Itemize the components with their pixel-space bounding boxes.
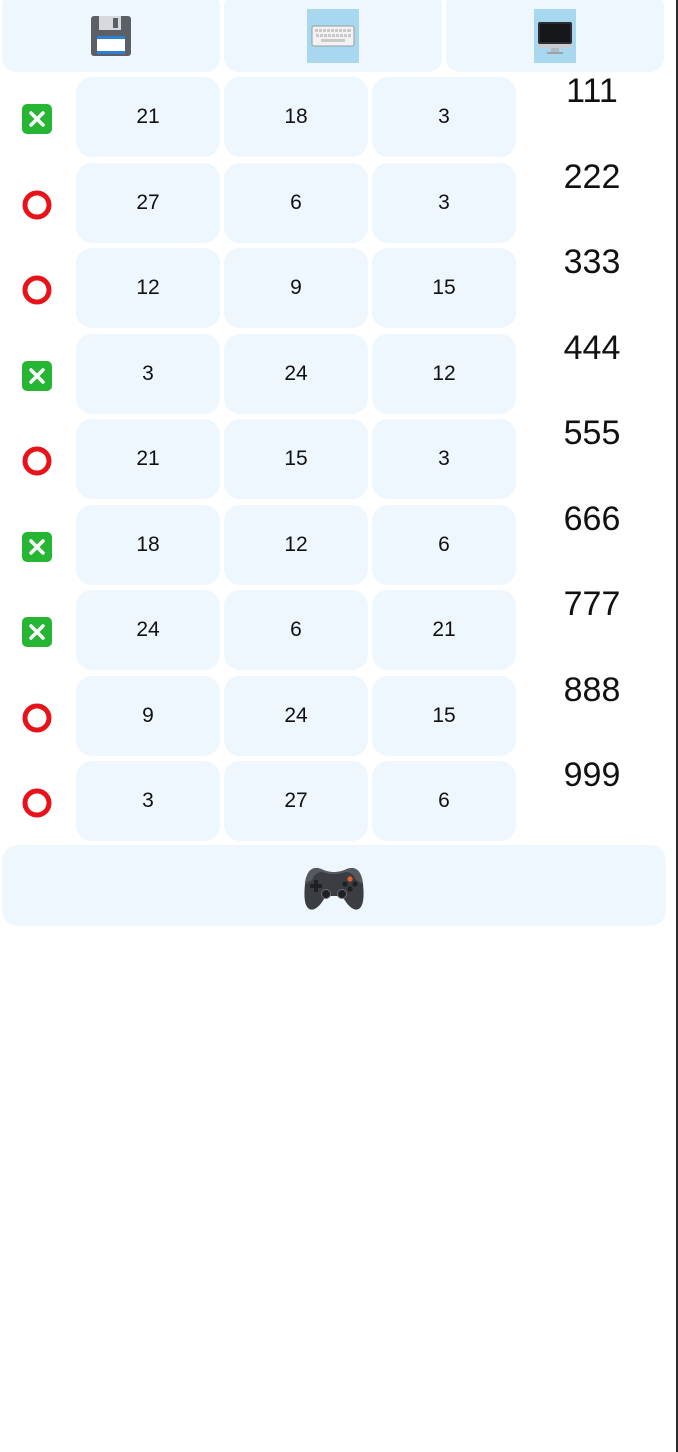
circle-icon bbox=[20, 188, 54, 222]
value-cell[interactable]: 18 bbox=[224, 77, 368, 157]
value-cell[interactable]: 27 bbox=[76, 162, 220, 243]
keyboard-icon bbox=[307, 9, 359, 63]
value-cell[interactable]: 15 bbox=[224, 419, 368, 499]
row-label: 222 bbox=[563, 157, 621, 196]
number-grid: 21 18 3 111 27 6 3 222 12 9 15 333 3 24 … bbox=[0, 72, 676, 846]
value-cell[interactable]: 21 bbox=[76, 419, 220, 499]
value-cell[interactable]: 21 bbox=[372, 590, 516, 670]
table-row: 12 9 15 333 bbox=[0, 243, 676, 333]
floppy-disk-icon bbox=[89, 14, 133, 58]
row-label: 333 bbox=[563, 243, 621, 281]
table-row: 9 24 15 888 bbox=[0, 671, 676, 761]
row-label: 444 bbox=[563, 328, 621, 367]
value-cell[interactable]: 18 bbox=[76, 504, 220, 585]
display-button[interactable] bbox=[446, 0, 664, 72]
value-cell[interactable]: 6 bbox=[224, 162, 368, 243]
value-cell[interactable]: 15 bbox=[372, 248, 516, 328]
value-cell[interactable]: 9 bbox=[76, 675, 220, 756]
value-cell[interactable]: 6 bbox=[224, 590, 368, 670]
row-label: 111 bbox=[566, 72, 618, 110]
table-row: 21 15 3 555 bbox=[0, 414, 676, 504]
value-cell[interactable]: 15 bbox=[372, 675, 516, 756]
table-row: 18 12 6 666 bbox=[0, 500, 676, 590]
table-row: 27 6 3 222 bbox=[0, 158, 676, 248]
cross-mark-icon bbox=[20, 615, 54, 649]
save-button[interactable] bbox=[2, 0, 220, 72]
value-cell[interactable]: 3 bbox=[372, 77, 516, 157]
row-label: 777 bbox=[563, 585, 621, 623]
table-row: 24 6 21 777 bbox=[0, 585, 676, 675]
row-label: 666 bbox=[563, 499, 621, 538]
table-row: 3 24 12 444 bbox=[0, 329, 676, 419]
value-cell[interactable]: 9 bbox=[224, 248, 368, 328]
value-cell[interactable]: 21 bbox=[76, 77, 220, 157]
desktop-computer-icon bbox=[534, 9, 576, 63]
value-cell[interactable]: 12 bbox=[372, 333, 516, 414]
cross-mark-icon bbox=[20, 102, 54, 136]
game-controller-button[interactable] bbox=[2, 845, 666, 926]
circle-icon bbox=[20, 444, 54, 478]
top-toolbar bbox=[0, 0, 676, 74]
value-cell[interactable]: 12 bbox=[76, 248, 220, 328]
value-cell[interactable]: 12 bbox=[224, 504, 368, 585]
circle-icon bbox=[20, 701, 54, 735]
value-cell[interactable]: 3 bbox=[372, 419, 516, 499]
row-label: 999 bbox=[563, 756, 621, 794]
value-cell[interactable]: 3 bbox=[76, 761, 220, 841]
value-cell[interactable]: 6 bbox=[372, 504, 516, 585]
row-label: 555 bbox=[563, 414, 621, 452]
table-row: 21 18 3 111 bbox=[0, 72, 676, 162]
game-controller-icon bbox=[302, 858, 366, 914]
keyboard-button[interactable] bbox=[224, 0, 442, 72]
circle-icon bbox=[20, 786, 54, 820]
value-cell[interactable]: 24 bbox=[76, 590, 220, 670]
table-row: 3 27 6 999 bbox=[0, 756, 676, 846]
cross-mark-icon bbox=[20, 359, 54, 393]
value-cell[interactable]: 24 bbox=[224, 333, 368, 414]
cross-mark-icon bbox=[20, 530, 54, 564]
value-cell[interactable]: 6 bbox=[372, 761, 516, 841]
circle-icon bbox=[20, 273, 54, 307]
value-cell[interactable]: 27 bbox=[224, 761, 368, 841]
value-cell[interactable]: 24 bbox=[224, 675, 368, 756]
value-cell[interactable]: 3 bbox=[76, 333, 220, 414]
value-cell[interactable]: 3 bbox=[372, 162, 516, 243]
row-label: 888 bbox=[563, 670, 621, 709]
